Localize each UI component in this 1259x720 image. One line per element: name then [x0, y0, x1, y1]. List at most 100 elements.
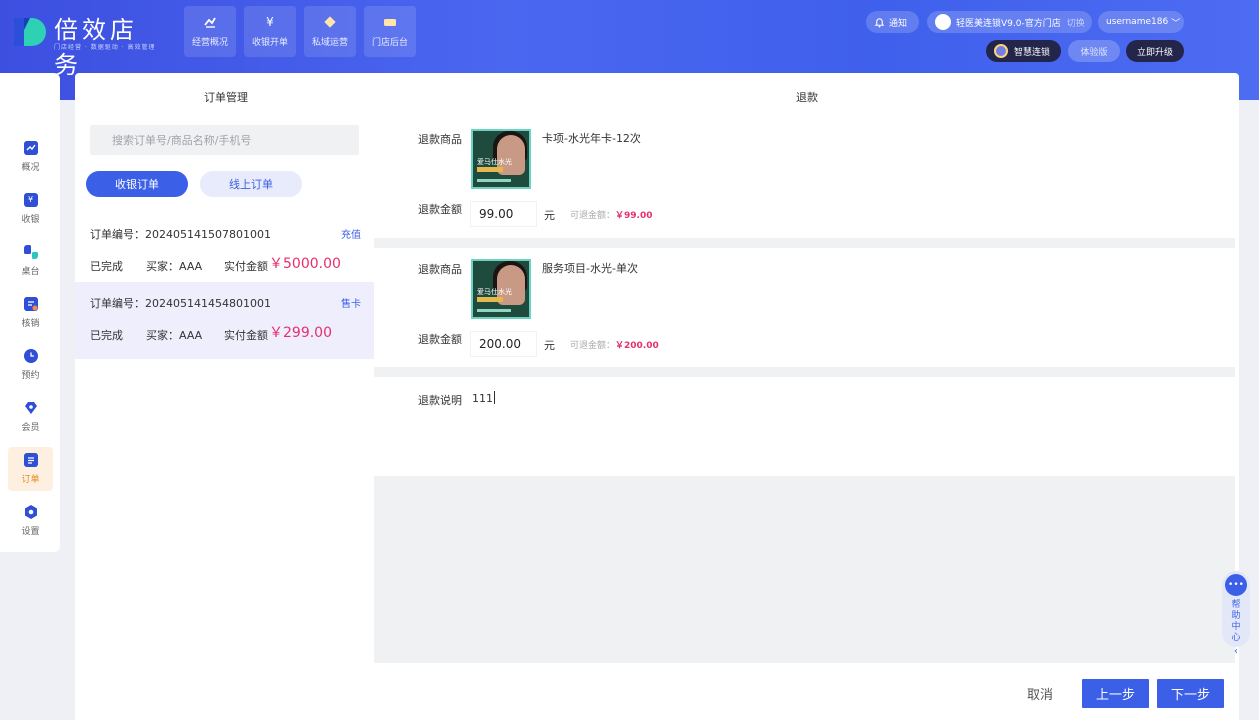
username: username186: [1106, 17, 1169, 27]
logo-icon: [14, 18, 46, 46]
refund-amount-input[interactable]: [471, 332, 536, 356]
refundable-label: 可退金额：: [570, 211, 616, 221]
sidebar-item-label: 桌台: [21, 267, 40, 277]
sidebar-item-orders[interactable]: 订单: [8, 447, 53, 491]
user-menu[interactable]: username186 ﹀: [1098, 11, 1184, 33]
section-divider: [374, 238, 1235, 248]
table-icon: [23, 245, 38, 259]
gem-icon: [24, 402, 37, 414]
diamond-icon: [324, 16, 336, 28]
order-search-input[interactable]: [90, 125, 359, 155]
order-number: 订单编号：202405141454801001: [90, 297, 271, 310]
thumb-title: 爱马仕水光: [477, 158, 512, 166]
refund-amount-label: 退款金额: [418, 203, 462, 216]
notice-label: 通知: [889, 18, 908, 29]
order-number: 订单编号：202405141507801001: [90, 228, 271, 241]
sidebar-item-appointment[interactable]: 预约: [8, 343, 53, 387]
help-center-label: 帮助中心: [1231, 600, 1241, 643]
nav-label: 门店后台: [371, 38, 408, 48]
sidebar-item-label: 预约: [21, 371, 40, 381]
refundable-label: 可退金额：: [570, 341, 616, 351]
refund-description: 退款说明 111: [374, 377, 1235, 476]
nav-label: 私域运营: [311, 38, 348, 48]
tab-cashier-orders[interactable]: 收银订单: [86, 171, 188, 197]
order-status: 已完成: [90, 260, 123, 273]
sidebar-item-overview[interactable]: 概况: [8, 135, 53, 179]
chevron-left-icon[interactable]: ‹: [1234, 646, 1238, 657]
thumb-bar: [477, 309, 511, 312]
nav-private-domain[interactable]: 私域运营: [304, 6, 356, 57]
sidebar-item-tables[interactable]: 桌台: [8, 239, 53, 283]
main-card: 订单管理 退款 收银订单 线上订单 订单编号：20240514150780100…: [75, 73, 1239, 720]
order-row[interactable]: 订单编号：202405141507801001 充值 已完成 买家：AAA 实付…: [75, 213, 374, 290]
sidebar-item-settings[interactable]: 设置: [8, 499, 53, 543]
order-type: 售卡: [341, 299, 361, 310]
empty-area: [374, 476, 1235, 663]
clock-icon: [23, 349, 38, 363]
refundable-amount: 可退金额：￥200.00: [570, 338, 659, 351]
store-selector[interactable]: 轻医美连锁V9.0-官方门店 切换: [927, 11, 1092, 33]
section-divider: [374, 367, 1235, 377]
switch-store-link[interactable]: 切换: [1067, 16, 1085, 29]
brand-logo[interactable]: 倍效店务 门店经营 · 数据驱动 · 高效管理: [12, 10, 162, 79]
yen-icon: ¥: [23, 193, 38, 207]
tab-online-orders[interactable]: 线上订单: [200, 171, 302, 197]
refund-panel-title: 退款: [796, 91, 818, 104]
nav-cashier[interactable]: ¥ 收银开单: [244, 6, 296, 57]
refund-product-name: 卡项-水光年卡-12次: [542, 132, 641, 145]
chat-bubble-icon: •••: [1225, 574, 1247, 596]
chevron-down-icon: ﹀: [1171, 18, 1181, 29]
refundable-value: ￥99.00: [615, 211, 653, 221]
product-thumbnail: 爱马仕水光: [471, 259, 531, 319]
thumb-title: 爱马仕水光: [477, 288, 512, 296]
order-buyer: 买家：AAA: [146, 260, 203, 273]
sidebar-item-member[interactable]: 会员: [8, 395, 53, 439]
order-type: 充值: [341, 230, 361, 241]
sidebar-item-label: 会员: [21, 423, 40, 433]
upgrade-button[interactable]: 立即升级: [1126, 40, 1184, 62]
product-thumbnail: 爱马仕水光: [471, 129, 531, 189]
refund-desc-input[interactable]: 111: [472, 391, 495, 405]
settings-icon: [24, 505, 37, 519]
refund-desc-label: 退款说明: [418, 394, 462, 407]
store-icon: [384, 19, 396, 26]
thumb-tag: [477, 167, 503, 172]
order-row-selected[interactable]: 订单编号：202405141454801001 售卡 已完成 买家：AAA 实付…: [75, 282, 374, 359]
refundable-value: ￥200.00: [615, 341, 659, 351]
refund-item: 退款商品 爱马仕水光 卡项-水光年卡-12次 退款金额 元 可退金额：￥99.0…: [374, 115, 1235, 238]
order-icon: [23, 453, 38, 467]
sidebar-item-cashier[interactable]: ¥ 收银: [8, 187, 53, 231]
prev-step-button[interactable]: 上一步: [1082, 679, 1149, 708]
notice-button[interactable]: 通知: [866, 11, 919, 33]
smart-chain-badge[interactable]: 智慧连锁: [986, 40, 1061, 62]
smart-chain-label: 智慧连锁: [1014, 47, 1051, 58]
verify-icon: [23, 297, 38, 311]
next-step-button[interactable]: 下一步: [1157, 679, 1224, 708]
chart-icon: [23, 141, 38, 155]
yen-icon: ¥: [266, 15, 274, 29]
refund-goods-label: 退款商品: [418, 263, 462, 276]
yuan-unit: 元: [544, 339, 555, 352]
bell-icon: [874, 17, 885, 28]
thumb-bar: [477, 179, 511, 182]
cancel-button[interactable]: 取消: [1015, 679, 1065, 707]
text-caret: [494, 391, 495, 404]
brand-tagline: 门店经营 · 数据驱动 · 高效管理: [54, 44, 156, 51]
sidebar-item-verify[interactable]: 核销: [8, 291, 53, 335]
nav-store-backend[interactable]: 门店后台: [364, 6, 416, 57]
top-nav: 经营概况 ¥ 收银开单 私域运营 门店后台: [184, 6, 416, 57]
sidebar-item-label: 订单: [21, 475, 40, 485]
sidebar-item-label: 设置: [21, 527, 40, 537]
refund-amount-label: 退款金额: [418, 333, 462, 346]
order-amount: ￥5000.00: [269, 256, 341, 272]
refundable-amount: 可退金额：￥99.00: [570, 208, 652, 221]
order-paid-label: 实付金额: [224, 260, 268, 273]
thumb-tag: [477, 297, 503, 302]
refund-amount-input[interactable]: [471, 202, 536, 226]
order-buyer: 买家：AAA: [146, 329, 203, 342]
help-center-widget[interactable]: ••• 帮助中心 ‹: [1222, 571, 1250, 657]
trend-icon: [204, 17, 216, 28]
nav-business-overview[interactable]: 经营概况: [184, 6, 236, 57]
order-paid-label: 实付金额: [224, 329, 268, 342]
sidebar-item-label: 核销: [21, 319, 40, 329]
